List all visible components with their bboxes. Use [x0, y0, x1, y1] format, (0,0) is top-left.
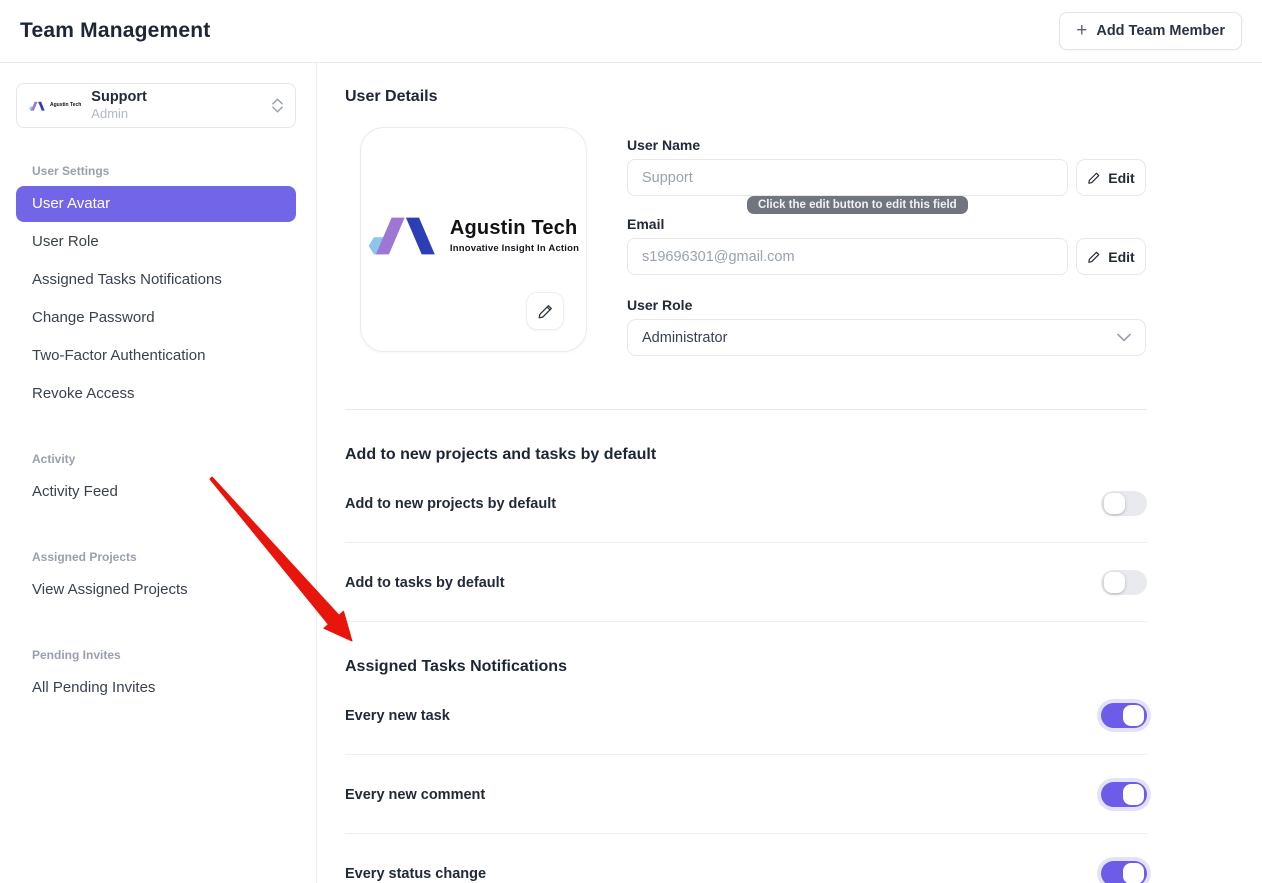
- chevron-down-icon: [1117, 333, 1131, 342]
- nav-section-user-settings: User Settings: [32, 164, 296, 178]
- nav-section-activity: Activity: [32, 452, 296, 466]
- every-new-comment-toggle[interactable]: [1101, 782, 1147, 807]
- user-name-input[interactable]: [627, 159, 1068, 196]
- sidebar-item-assigned-tasks-notifications[interactable]: Assigned Tasks Notifications: [16, 262, 296, 298]
- edit-button-label: Edit: [1108, 170, 1134, 186]
- add-to-projects-toggle[interactable]: [1101, 491, 1147, 516]
- pencil-icon: [537, 303, 554, 320]
- user-selector[interactable]: Agustin Tech Support Admin: [16, 83, 296, 128]
- sidebar-item-change-password[interactable]: Change Password: [16, 300, 296, 336]
- email-input[interactable]: [627, 238, 1068, 275]
- pencil-icon: [1087, 171, 1101, 185]
- section-divider: [345, 409, 1147, 410]
- sidebar-item-revoke-access[interactable]: Revoke Access: [16, 376, 296, 412]
- every-new-comment-label: Every new comment: [345, 787, 485, 803]
- sidebar: Agustin Tech Support Admin User Settings…: [0, 63, 317, 883]
- add-to-tasks-label: Add to tasks by default: [345, 575, 505, 591]
- user-role-label: User Role: [627, 297, 1146, 313]
- add-to-tasks-toggle[interactable]: [1101, 570, 1147, 595]
- sidebar-item-all-pending-invites[interactable]: All Pending Invites: [16, 670, 296, 706]
- nav-section-pending-invites: Pending Invites: [32, 648, 296, 662]
- user-name-edit-button[interactable]: Edit: [1076, 159, 1146, 196]
- every-new-task-label: Every new task: [345, 708, 450, 724]
- logo-mark-icon: [368, 210, 440, 262]
- toggle-row: Add to new projects by default: [345, 464, 1147, 543]
- every-new-task-toggle[interactable]: [1101, 703, 1147, 728]
- user-avatar-card: Agustin Tech Innovative Insight In Actio…: [360, 127, 587, 352]
- selected-user-name: Support: [91, 89, 262, 106]
- company-logo: Agustin Tech Innovative Insight In Actio…: [368, 210, 579, 262]
- email-label: Email: [627, 216, 1146, 232]
- avatar-edit-button[interactable]: [526, 292, 564, 330]
- company-logo-small: Agustin Tech: [29, 99, 81, 113]
- page-title: Team Management: [20, 19, 211, 43]
- toggle-row: Add to tasks by default: [345, 543, 1147, 622]
- sidebar-item-two-factor-authentication[interactable]: Two-Factor Authentication: [16, 338, 296, 374]
- edit-button-label: Edit: [1108, 249, 1134, 265]
- add-team-member-button[interactable]: + Add Team Member: [1059, 12, 1242, 50]
- edit-field-tooltip: Click the edit button to edit this field: [747, 196, 968, 214]
- sidebar-item-user-avatar[interactable]: User Avatar: [16, 186, 296, 222]
- user-details-form: User Name Edit Email: [627, 127, 1146, 356]
- every-status-change-label: Every status change: [345, 866, 486, 882]
- add-team-member-label: Add Team Member: [1096, 23, 1225, 39]
- logo-mini-text: Agustin Tech: [50, 103, 81, 109]
- selected-user-role: Admin: [91, 107, 262, 122]
- team-management-page: Team Management + Add Team Member Agusti…: [0, 0, 1262, 883]
- defaults-section-title: Add to new projects and tasks by default: [345, 446, 1147, 464]
- plus-icon: +: [1076, 21, 1087, 40]
- every-status-change-toggle[interactable]: [1101, 861, 1147, 883]
- user-name-label: User Name: [627, 137, 1146, 153]
- nav-section-assigned-projects: Assigned Projects: [32, 550, 296, 564]
- logo-brand-text: Agustin Tech: [450, 217, 579, 240]
- sidebar-item-user-role[interactable]: User Role: [16, 224, 296, 260]
- user-role-select[interactable]: Administrator: [627, 319, 1146, 356]
- toggle-row: Every new comment: [345, 755, 1147, 834]
- main-content: User Details Agustin Tech Innovative Ins…: [317, 63, 1262, 883]
- logo-tagline-text: Innovative Insight In Action: [450, 243, 579, 254]
- user-role-value: Administrator: [642, 330, 727, 346]
- notifications-section-title: Assigned Tasks Notifications: [345, 658, 1147, 676]
- email-edit-button[interactable]: Edit: [1076, 238, 1146, 275]
- header: Team Management + Add Team Member: [0, 0, 1262, 63]
- toggle-row: Every new task: [345, 676, 1147, 755]
- updown-chevron-icon: [272, 98, 283, 113]
- sidebar-item-view-assigned-projects[interactable]: View Assigned Projects: [16, 572, 296, 608]
- toggle-row: Every status change: [345, 834, 1147, 883]
- user-details-title: User Details: [345, 88, 1147, 106]
- pencil-icon: [1087, 250, 1101, 264]
- add-to-projects-label: Add to new projects by default: [345, 496, 556, 512]
- sidebar-item-activity-feed[interactable]: Activity Feed: [16, 474, 296, 510]
- logo-mark-icon: [29, 99, 47, 113]
